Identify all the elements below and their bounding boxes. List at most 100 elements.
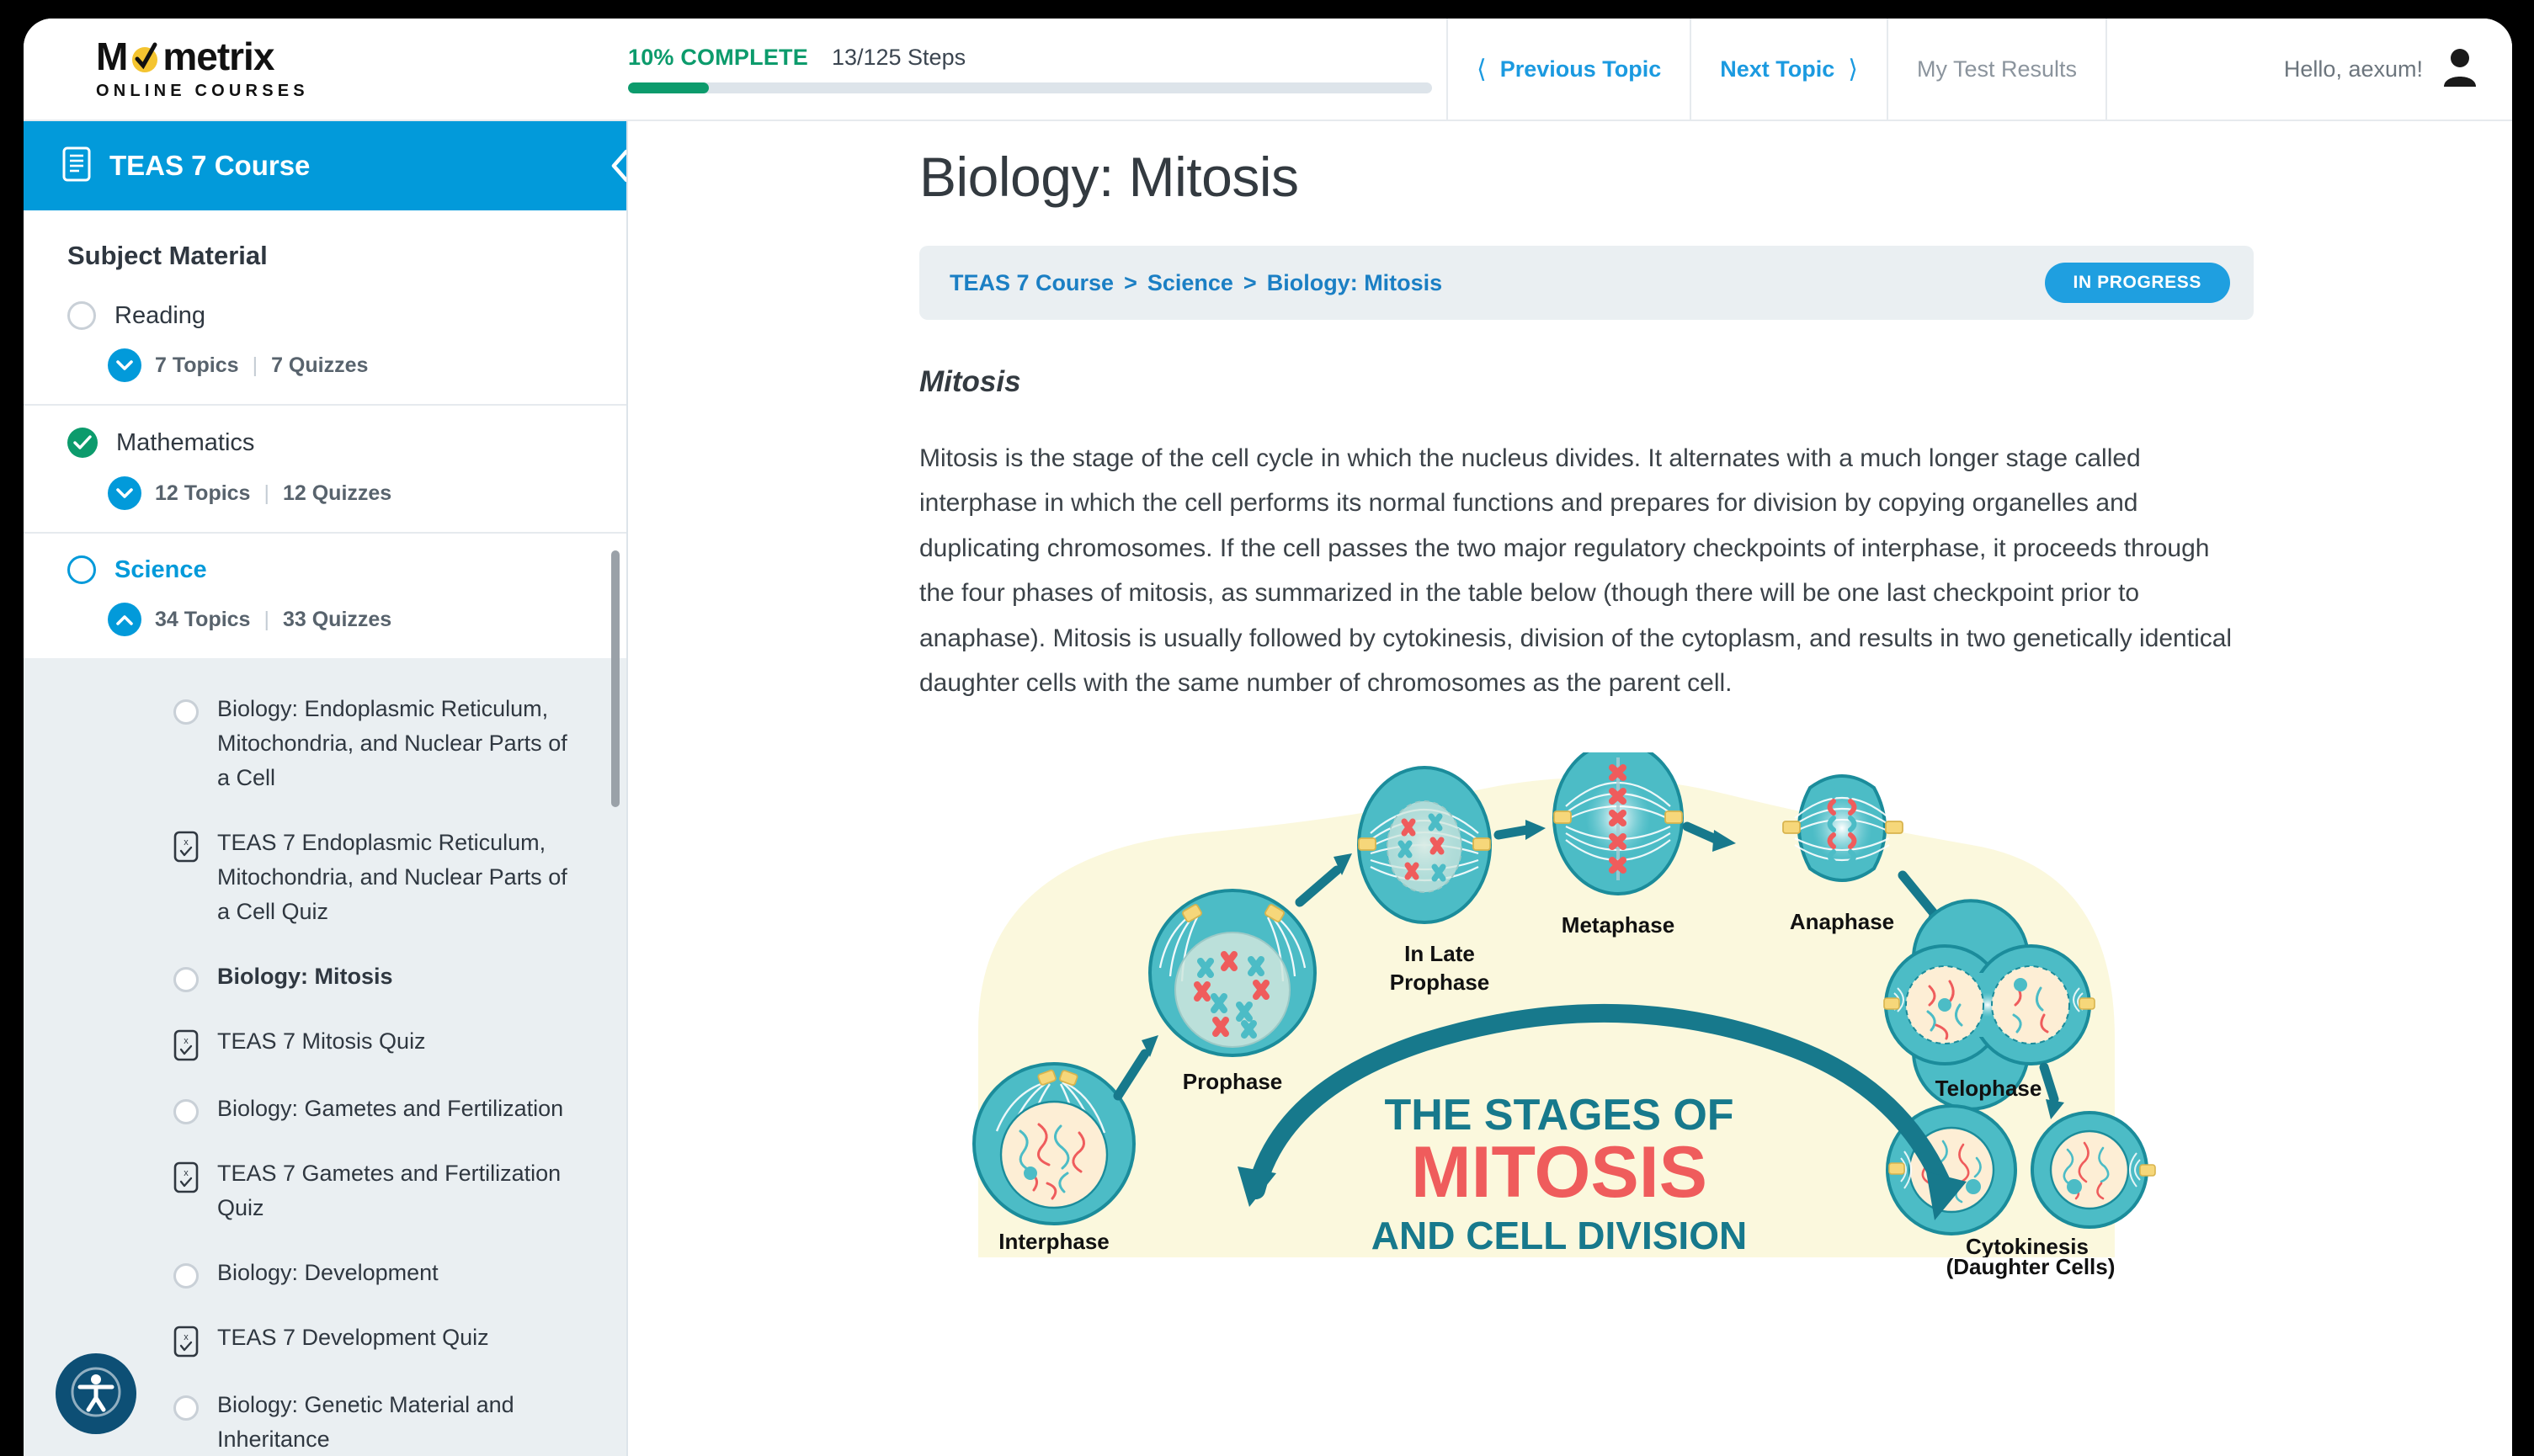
progress-bar-fill	[628, 82, 709, 93]
course-progress: 10% COMPLETE 13/125 Steps	[604, 45, 1446, 93]
chevron-right-icon: ⟩	[1848, 55, 1858, 83]
accessibility-icon	[70, 1366, 122, 1422]
status-badge: IN PROGRESS	[2044, 263, 2230, 303]
status-in-progress-icon	[67, 555, 96, 584]
lesson-label: Biology: Genetic Material and Inheritanc…	[217, 1392, 514, 1453]
breadcrumb-item-course[interactable]: TEAS 7 Course	[950, 270, 1114, 296]
stage-cell-metaphase	[1552, 752, 1684, 896]
stage-label-interphase: Interphase	[998, 1229, 1110, 1254]
previous-topic-button[interactable]: ⟨ Previous Topic	[1446, 19, 1690, 120]
section-title: Mitosis	[919, 365, 1021, 398]
stage-label-prophase: Prophase	[1183, 1069, 1283, 1094]
lesson-label: Biology: Endoplasmic Reticulum, Mitochon…	[217, 696, 567, 791]
user-account-menu[interactable]: Hello, aexum!	[2105, 19, 2512, 120]
page-title: Biology: Mitosis	[919, 146, 1299, 208]
user-greeting: Hello, aexum!	[2283, 56, 2423, 82]
chevron-down-icon[interactable]	[108, 476, 141, 510]
svg-text:x: x	[184, 1036, 189, 1046]
breadcrumb-bar: TEAS 7 Course > Science > Biology: Mitos…	[919, 246, 2254, 320]
chevron-down-icon[interactable]	[108, 348, 141, 382]
stage-label-late-prophase-line1: In Late	[1404, 941, 1475, 966]
meta-separator: |	[252, 353, 258, 377]
accessibility-widget-button[interactable]	[56, 1353, 136, 1434]
stage-cell-late-prophase	[1357, 766, 1492, 925]
diagram-title-line2: MITOSIS	[1411, 1132, 1707, 1213]
quiz-icon: x	[173, 1029, 199, 1061]
sidebar-section-science[interactable]: Science 34 Topics | 33 Quizzes	[24, 534, 626, 658]
list-item[interactable]: Biology: Endoplasmic Reticulum, Mitochon…	[24, 677, 626, 810]
logo-letter-m: M	[96, 35, 128, 78]
reading-topics-count: 7 Topics	[155, 353, 239, 377]
sidebar-section-reading[interactable]: Reading 7 Topics | 7 Quizzes	[24, 279, 626, 406]
browser-window: Mmetrix ONLINE COURSES 10% COMPLETE 13/1…	[24, 19, 2512, 1456]
science-lesson-list: Biology: Endoplasmic Reticulum, Mitochon…	[24, 658, 626, 1456]
progress-percent-label: 10% COMPLETE	[628, 45, 808, 70]
list-item[interactable]: Biology: Development	[24, 1241, 626, 1305]
meta-separator: |	[264, 481, 269, 505]
status-not-started-icon	[173, 1263, 199, 1289]
quiz-icon: x	[173, 1326, 199, 1358]
sidebar-header: TEAS 7 Course	[24, 121, 626, 210]
lesson-label: Biology: Development	[217, 1260, 439, 1286]
status-complete-icon	[67, 428, 98, 458]
logo-checkmark-icon	[128, 40, 162, 73]
subject-material-heading: Subject Material	[67, 241, 268, 270]
chevron-up-icon[interactable]	[108, 603, 141, 636]
status-not-started-icon	[67, 301, 96, 330]
reading-quizzes-count: 7 Quizzes	[271, 353, 369, 377]
progress-bar-track	[628, 82, 1432, 93]
breadcrumb-item-topic[interactable]: Biology: Mitosis	[1267, 270, 1443, 296]
breadcrumb-item-science[interactable]: Science	[1147, 270, 1233, 296]
lesson-label: TEAS 7 Development Quiz	[217, 1325, 489, 1351]
my-test-results-button[interactable]: My Test Results	[1887, 19, 2105, 120]
course-sidebar: TEAS 7 Course Subject Material Reading 7…	[24, 121, 628, 1456]
course-document-icon	[62, 146, 91, 186]
lesson-label: Biology: Gametes and Fertilization	[217, 1096, 564, 1122]
mitosis-diagram: Interphase Prophase In Late Prophase Met…	[919, 752, 2266, 1279]
sidebar-scrollbar[interactable]	[611, 550, 620, 807]
svg-text:x: x	[184, 1168, 189, 1178]
arrow-late-prophase-to-metaphase	[1493, 825, 1532, 840]
list-item[interactable]: x TEAS 7 Mitosis Quiz	[24, 1009, 626, 1076]
lesson-label: TEAS 7 Mitosis Quiz	[217, 1028, 426, 1055]
chevron-left-icon: ⟨	[1477, 55, 1487, 83]
next-topic-button[interactable]: Next Topic ⟩	[1690, 19, 1887, 120]
stage-label-telophase: Telophase	[1935, 1076, 2042, 1101]
mometrix-logo[interactable]: Mmetrix ONLINE COURSES	[24, 37, 604, 101]
lesson-label: TEAS 7 Gametes and Fertilization Quiz	[217, 1161, 562, 1221]
science-quizzes-count: 33 Quizzes	[282, 607, 392, 631]
mitosis-diagram-svg: Interphase Prophase In Late Prophase Met…	[972, 752, 2156, 1258]
science-topics-count: 34 Topics	[155, 607, 251, 631]
top-header-bar: Mmetrix ONLINE COURSES 10% COMPLETE 13/1…	[24, 19, 2512, 121]
stage-label-late-prophase-line2: Prophase	[1390, 970, 1490, 995]
stage-cell-interphase	[972, 1062, 1136, 1226]
svg-text:x: x	[184, 837, 189, 848]
status-not-started-icon	[173, 967, 199, 993]
main-content: Biology: Mitosis TEAS 7 Course > Science…	[630, 121, 2512, 1456]
avatar-icon	[2441, 48, 2478, 91]
status-not-started-icon	[173, 1395, 199, 1421]
breadcrumb-separator: >	[1243, 269, 1257, 295]
body-paragraph: Mitosis is the stage of the cell cycle i…	[919, 444, 2233, 697]
list-item[interactable]: x TEAS 7 Endoplasmic Reticulum, Mitochon…	[24, 810, 626, 944]
diagram-title-line3: AND CELL DIVISION	[1371, 1214, 1747, 1257]
status-not-started-icon	[173, 1099, 199, 1125]
meta-separator: |	[264, 607, 269, 631]
lesson-label-current: Biology: Mitosis	[217, 964, 393, 990]
next-topic-label: Next Topic	[1720, 56, 1835, 82]
sidebar-collapse-button[interactable]	[603, 142, 626, 189]
lesson-label: TEAS 7 Endoplasmic Reticulum, Mitochondr…	[217, 830, 567, 925]
breadcrumb-separator: >	[1124, 269, 1137, 295]
list-item[interactable]: Biology: Mitosis	[24, 944, 626, 1009]
status-not-started-icon	[173, 699, 199, 725]
list-item[interactable]: x TEAS 7 Gametes and Fertilization Quiz	[24, 1141, 626, 1241]
screen: Mmetrix ONLINE COURSES 10% COMPLETE 13/1…	[0, 0, 2534, 1456]
sidebar-section-mathematics[interactable]: Mathematics 12 Topics | 12 Quizzes	[24, 406, 626, 534]
section-name-reading: Reading	[114, 301, 206, 329]
stage-label-cytokinesis-line2: (Daughter Cells)	[1946, 1254, 2116, 1280]
section-name-science: Science	[114, 555, 207, 583]
stage-cell-prophase	[1148, 889, 1317, 1058]
list-item[interactable]: Biology: Gametes and Fertilization	[24, 1076, 626, 1141]
section-name-mathematics: Mathematics	[116, 428, 255, 456]
logo-tagline: ONLINE COURSES	[96, 82, 309, 100]
